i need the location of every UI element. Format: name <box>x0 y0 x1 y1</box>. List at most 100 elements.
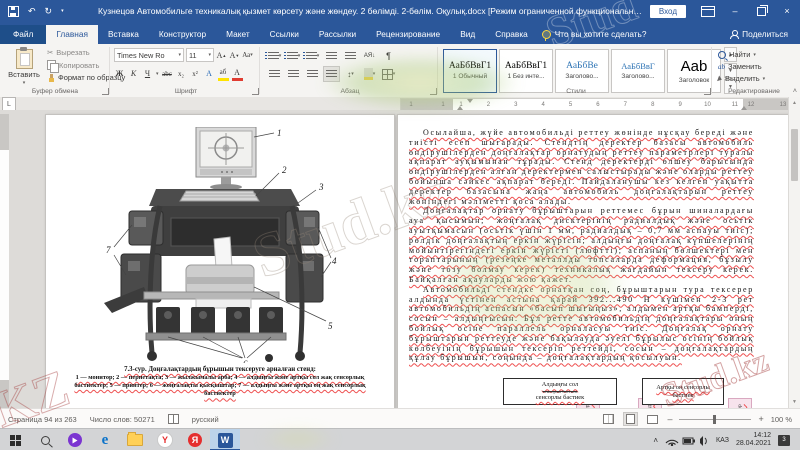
keyboard-language[interactable]: КАЗ <box>716 437 729 444</box>
tab-insert[interactable]: Вставка <box>98 25 149 44</box>
scroll-down-button[interactable]: ▼ <box>789 396 800 408</box>
clipboard-dialog-launcher[interactable] <box>102 88 109 95</box>
font-name-combo[interactable]: Times New Ro▾ <box>114 48 184 62</box>
increase-indent-button[interactable] <box>342 48 359 64</box>
bold-button[interactable]: Ж <box>114 68 125 80</box>
zoom-slider[interactable] <box>679 419 751 420</box>
style-title[interactable]: Аab Заголовок <box>667 49 721 93</box>
tab-layout[interactable]: Макет <box>216 25 259 44</box>
italic-button[interactable]: К <box>128 68 139 80</box>
styles-dialog-launcher[interactable] <box>704 88 711 95</box>
strikethrough-button[interactable]: abc <box>162 68 173 80</box>
style-normal[interactable]: АаБбВвГ1 1 Обычный <box>443 49 497 93</box>
zoom-out-button[interactable]: – <box>667 414 672 424</box>
taskbar-edge-button[interactable]: e <box>90 429 120 450</box>
style-heading1[interactable]: АаБбВе Заголово... <box>555 49 609 93</box>
style-heading2[interactable]: АаБбВвГ Заголово... <box>611 49 665 93</box>
sign-in-button[interactable]: Вход <box>650 5 686 18</box>
shrink-font-button[interactable]: А▼ <box>229 49 240 61</box>
taskbar-assistant-button[interactable] <box>60 429 90 450</box>
taskbar-yandex-button[interactable]: Я <box>180 429 210 450</box>
line-spacing-button[interactable]: ↕▾ <box>342 66 359 82</box>
paste-button[interactable]: Вставить ▾ <box>4 47 44 93</box>
collapse-ribbon-button[interactable]: ˄ <box>793 88 797 95</box>
undo-icon[interactable]: ↶ <box>28 6 36 16</box>
share-button[interactable]: Поделиться <box>722 25 800 44</box>
align-center-button[interactable] <box>285 66 302 82</box>
superscript-button[interactable]: x² <box>190 68 201 80</box>
text-effects-button[interactable]: А <box>204 68 215 80</box>
underline-button[interactable]: Ч <box>142 68 153 80</box>
body-text-column[interactable]: Осылайша, жүйе автомобильді реттеу жөнін… <box>409 128 754 363</box>
scrollbar-thumb[interactable] <box>791 129 798 181</box>
align-right-button[interactable] <box>304 66 321 82</box>
start-button[interactable] <box>0 429 30 450</box>
taskbar-word-button[interactable]: W <box>210 429 240 450</box>
ribbon-display-options-button[interactable] <box>696 0 722 22</box>
close-button[interactable]: × <box>774 0 800 22</box>
restore-button[interactable] <box>748 0 774 22</box>
textbox-front-left-sensor[interactable]: Алдыңғы сол сенсорлы бастиек сенсорлы ба… <box>503 378 617 405</box>
replace-button[interactable]: abЗаменить <box>718 62 765 71</box>
document-area[interactable]: 1 2 3 4 5 6 7 7.3-сур. Доңғалақтардың бұ… <box>0 110 800 408</box>
word-count[interactable]: Число слов: 50271 <box>90 415 155 424</box>
bullet-list-button[interactable]: ▾ <box>266 48 283 64</box>
page-left[interactable]: 1 2 3 4 5 6 7 7.3-сур. Доңғалақтардың бұ… <box>45 114 395 408</box>
tray-expand-icon[interactable]: ˄ <box>653 436 658 445</box>
zoom-in-button[interactable]: + <box>758 414 763 424</box>
tab-view[interactable]: Вид <box>450 25 485 44</box>
web-layout-button[interactable] <box>645 412 660 426</box>
vertical-scrollbar[interactable]: ▼ <box>788 110 800 408</box>
read-mode-button[interactable] <box>601 412 616 426</box>
clock[interactable]: 14:12 28.04.2021 <box>736 432 771 448</box>
tab-design[interactable]: Конструктор <box>149 25 216 44</box>
tab-references[interactable]: Ссылки <box>260 25 309 44</box>
zoom-slider-thumb[interactable] <box>713 415 716 424</box>
proofing-icon[interactable] <box>168 414 179 424</box>
tab-help[interactable]: Справка <box>485 25 538 44</box>
underline-dropdown-icon[interactable]: ▾ <box>156 71 159 77</box>
rotated-label-3[interactable]: ор <box>728 398 752 408</box>
taskbar-search-button[interactable] <box>30 429 60 450</box>
shading-button[interactable]: ▾ <box>361 66 378 82</box>
paragraph-dialog-launcher[interactable] <box>430 88 437 95</box>
justify-button[interactable] <box>323 66 340 82</box>
change-case-button[interactable]: Аа▾ <box>242 49 253 61</box>
find-button[interactable]: Найти▾ <box>718 50 765 59</box>
print-layout-button[interactable] <box>623 412 638 426</box>
language-indicator[interactable]: русский <box>192 415 219 424</box>
sort-button[interactable]: АЯ↓ <box>361 48 378 64</box>
font-color-button[interactable]: А <box>232 66 243 81</box>
taskbar-explorer-button[interactable] <box>120 429 150 450</box>
tab-review[interactable]: Рецензирование <box>366 25 450 44</box>
show-marks-button[interactable]: ¶ <box>380 48 397 64</box>
scroll-up-button[interactable]: ▲ <box>788 97 800 110</box>
page-indicator[interactable]: Страница 94 из 263 <box>8 415 77 424</box>
tab-mailings[interactable]: Рассылки <box>309 25 366 44</box>
borders-button[interactable]: ▾ <box>380 66 397 82</box>
vertical-ruler[interactable] <box>0 114 9 408</box>
multilevel-list-button[interactable]: ▾ <box>304 48 321 64</box>
page-right[interactable]: Осылайша, жүйе автомобильді реттеу жөнін… <box>397 114 791 408</box>
font-size-combo[interactable]: 11▾ <box>186 48 214 62</box>
numbered-list-button[interactable]: ▾ <box>285 48 302 64</box>
redo-icon[interactable]: ↻ <box>45 6 53 16</box>
tab-stop-selector[interactable]: L <box>2 97 16 111</box>
grow-font-button[interactable]: А▲ <box>216 49 227 61</box>
tray-status-icons[interactable] <box>665 434 709 446</box>
tell-me-search[interactable]: Что вы хотите сделать? <box>538 25 655 44</box>
taskbar-yandex-browser-button[interactable]: Y <box>150 429 180 450</box>
style-no-spacing[interactable]: АаБбВвГ1 1 Без инте... <box>499 49 553 93</box>
subscript-button[interactable]: x₂ <box>176 68 187 80</box>
textbox-rear-right-sensor[interactable]: Артқы оң сенсорлы бастиек <box>642 378 724 405</box>
zoom-level[interactable]: 100 % <box>771 415 792 424</box>
highlight-button[interactable]: аб <box>218 66 229 81</box>
decrease-indent-button[interactable] <box>323 48 340 64</box>
first-line-indent-marker[interactable] <box>467 99 473 103</box>
align-left-button[interactable] <box>266 66 283 82</box>
tab-file[interactable]: Файл <box>0 25 46 44</box>
qat-customize-icon[interactable]: ▾ <box>61 6 64 16</box>
font-dialog-launcher[interactable] <box>252 88 259 95</box>
tab-home[interactable]: Главная <box>46 25 98 44</box>
minimize-button[interactable]: – <box>722 0 748 22</box>
